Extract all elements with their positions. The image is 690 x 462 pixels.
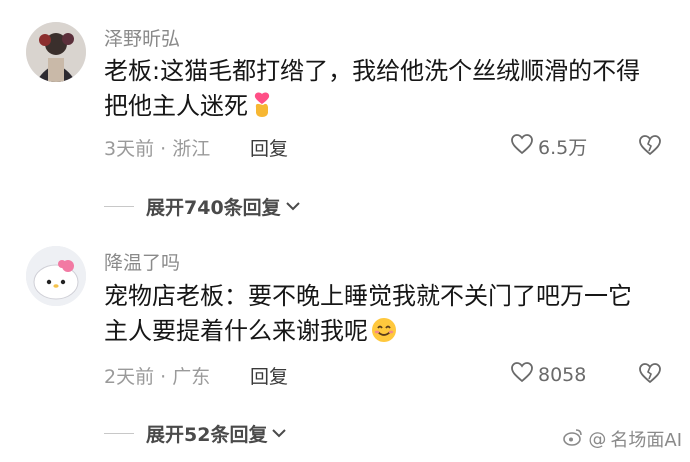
expand-replies-label: 展开52条回复	[146, 424, 268, 446]
comment-time: 3天前	[104, 138, 155, 160]
comment-text: 老板:这猫毛都打绺了，我给他洗个丝绒顺滑的不得 把他主人迷死	[104, 54, 664, 128]
watermark-text: 名场面AI	[610, 430, 682, 451]
like-button[interactable]: 8058	[510, 361, 586, 388]
chevron-down-icon	[285, 197, 301, 216]
username[interactable]: 降温了吗	[104, 248, 180, 275]
watermark: @ 名场面AI	[562, 426, 682, 452]
meta-separator: ·	[154, 366, 173, 388]
comment-meta: 2天前 · 广东	[104, 362, 210, 389]
meta-separator: ·	[154, 138, 173, 160]
chevron-down-icon	[271, 424, 287, 443]
divider	[104, 433, 134, 434]
username[interactable]: 泽野昕弘	[104, 24, 180, 51]
broken-heart-icon	[638, 363, 662, 388]
expand-replies-button[interactable]: 展开740条回复	[104, 193, 301, 220]
reply-button[interactable]: 回复	[250, 362, 288, 389]
like-button[interactable]: 6.5万	[510, 133, 587, 160]
comment-text-line: 把他主人迷死	[104, 89, 664, 128]
reply-button[interactable]: 回复	[250, 134, 288, 161]
broken-heart-icon	[638, 135, 662, 160]
comment-text-line: 主人要提着什么来谢我呢	[104, 314, 664, 353]
comment-location: 浙江	[172, 138, 211, 160]
weibo-icon	[562, 427, 584, 452]
avatar[interactable]	[26, 246, 86, 306]
heart-icon	[510, 133, 534, 160]
comment-text-line: 老板:这猫毛都打绺了，我给他洗个丝绒顺滑的不得	[104, 57, 641, 85]
comment-text: 宠物店老板：要不晚上睡觉我就不关门了吧万一它 主人要提着什么来谢我呢	[104, 279, 664, 353]
like-count: 6.5万	[538, 137, 588, 159]
dislike-button[interactable]	[638, 362, 662, 388]
dislike-button[interactable]	[638, 134, 662, 160]
comment-meta: 3天前 · 浙江	[104, 134, 210, 161]
comment-location: 广东	[172, 366, 211, 388]
smiling-face-emoji-icon	[371, 317, 397, 353]
finger-heart-emoji-icon	[251, 92, 273, 128]
comment-text-line: 宠物店老板：要不晚上睡觉我就不关门了吧万一它	[104, 282, 632, 310]
expand-replies-label: 展开740条回复	[146, 197, 281, 219]
expand-replies-button[interactable]: 展开52条回复	[104, 420, 287, 447]
like-count: 8058	[538, 363, 587, 386]
avatar[interactable]	[26, 22, 86, 82]
watermark-prefix: @	[588, 428, 607, 450]
divider	[104, 206, 134, 207]
heart-icon	[510, 361, 534, 388]
comment-time: 2天前	[104, 366, 155, 388]
